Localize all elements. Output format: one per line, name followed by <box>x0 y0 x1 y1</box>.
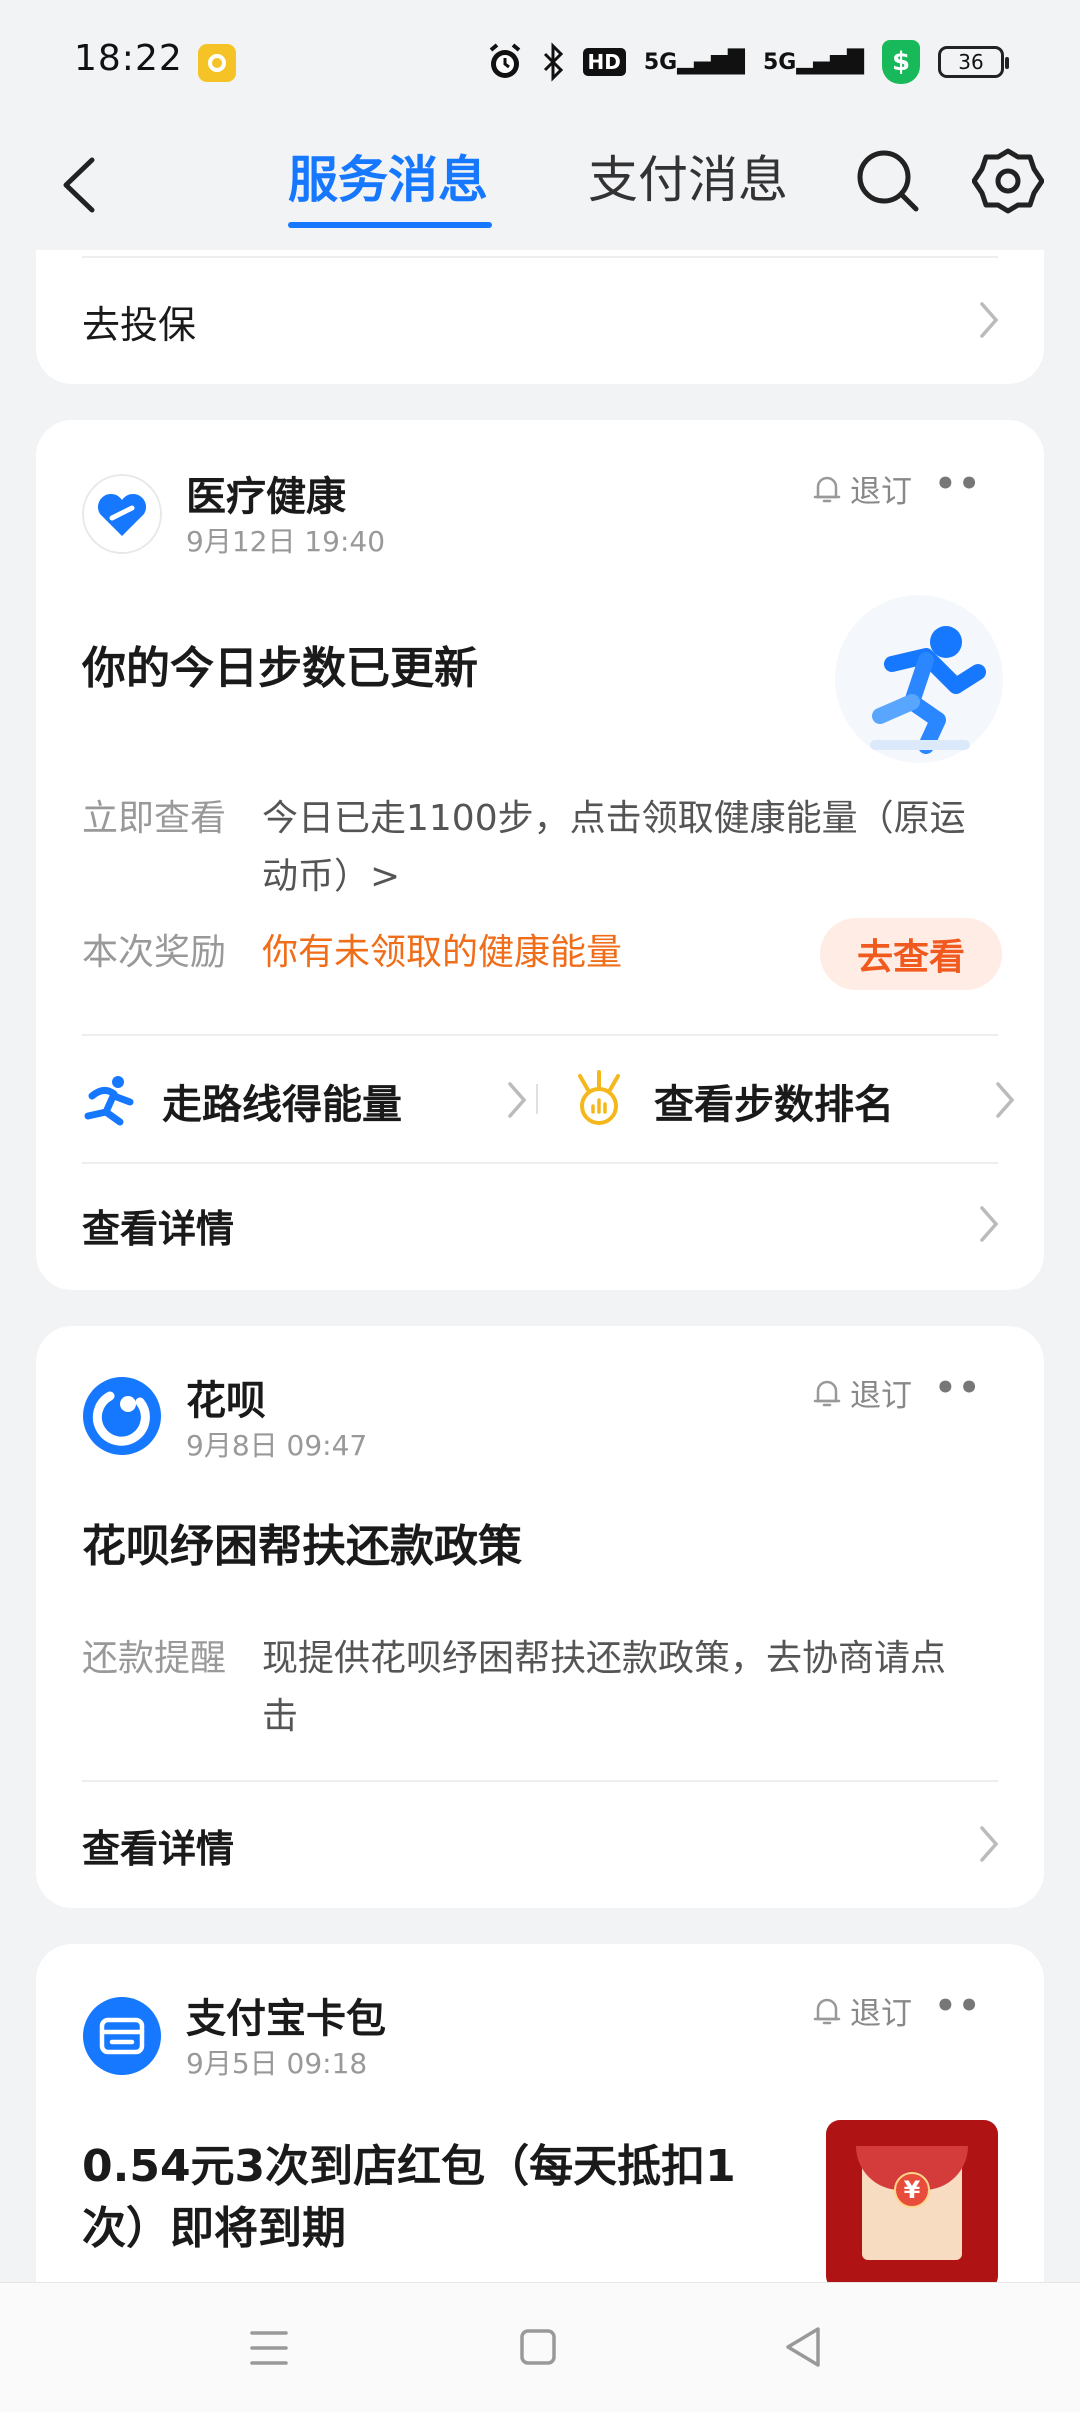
view-details-link[interactable]: 查看详情 <box>82 1818 234 1873</box>
bell-icon <box>813 1380 841 1406</box>
go-insure-link[interactable]: 去投保 <box>82 294 196 349</box>
go-view-button[interactable]: 去查看 <box>820 918 1002 990</box>
service-name: 支付宝卡包 <box>186 1996 386 2042</box>
view-now-label: 立即查看 <box>82 798 227 839</box>
card-divider <box>82 1162 998 1164</box>
signal-5g-icon-1: 5G▂▄▆█ <box>644 50 745 75</box>
chevron-right-icon <box>980 1206 999 1242</box>
steps-summary-line1[interactable]: 今日已走1100步，点击领取健康能量（原运 <box>262 790 966 848</box>
walk-route-label: 走路线得能量 <box>162 1082 402 1128</box>
step-ranking-action[interactable]: 查看步数排名 <box>576 1060 1016 1140</box>
message-title: 花呗纾困帮扶还款政策 <box>82 1521 522 1572</box>
unsubscribe-label: 退订 <box>850 1378 912 1414</box>
menu-icon[interactable] <box>248 2327 290 2369</box>
signal-5g-label-1: 5G <box>643 49 678 75</box>
ranking-medal-icon <box>578 1070 620 1125</box>
back-triangle-icon[interactable] <box>782 2325 824 2369</box>
more-options-icon[interactable]: •• <box>935 1986 982 2026</box>
medical-health-logo-icon <box>82 474 162 554</box>
more-options-icon[interactable]: •• <box>935 1368 982 1408</box>
unclaimed-energy-text: 你有未领取的健康能量 <box>262 932 623 973</box>
walk-route-energy-action[interactable]: 走路线得能量 <box>82 1060 532 1140</box>
tab-payment-messages[interactable]: 支付消息 <box>588 140 788 212</box>
signal-bars-icon-1: ▂▄▆█ <box>677 49 745 75</box>
settings-gear-icon[interactable] <box>972 145 1044 217</box>
bell-icon <box>813 476 841 502</box>
card-divider <box>82 256 998 258</box>
reward-label: 本次奖励 <box>82 932 227 973</box>
yuan-coin-icon: ¥ <box>894 2172 930 2208</box>
chevron-right-icon <box>980 1826 999 1862</box>
signal-bars-icon-2: ▂▄▆█ <box>796 49 864 75</box>
running-person-icon <box>835 595 1003 763</box>
unsubscribe-label: 退订 <box>850 474 912 510</box>
card-divider <box>82 1034 998 1036</box>
unsubscribe-button[interactable]: 退订 <box>812 466 912 511</box>
health-message-card: 医疗健康 9月12日 19:40 退订 •• 你的今日步数已更新 立即查看 今日… <box>36 420 1044 1290</box>
view-details-link[interactable]: 查看详情 <box>82 1198 234 1253</box>
status-bar: 18:22 HD 5G▂▄▆█ 5G▂▄▆█ $ 36 <box>0 0 1080 120</box>
back-arrow-icon[interactable] <box>50 150 120 220</box>
status-time: 18:22 <box>74 38 183 79</box>
message-title-line1: 0.54元3次到店红包（每天抵扣1 <box>82 2141 736 2192</box>
unsubscribe-label: 退订 <box>850 1996 912 2032</box>
search-icon[interactable] <box>852 145 924 217</box>
repayment-policy-line1: 现提供花呗纾困帮扶还款政策，去协商请点 <box>262 1638 947 1679</box>
walking-route-icon <box>84 1076 134 1126</box>
system-navigation-bar <box>0 2282 1080 2412</box>
chevron-right-icon <box>508 1082 527 1118</box>
huabei-message-card: 花呗 9月8日 09:47 退订 •• 花呗纾困帮扶还款政策 还款提醒 现提供花… <box>36 1326 1044 1908</box>
repayment-policy-line2: 击 <box>262 1696 299 1737</box>
tab-service-messages[interactable]: 服务消息 <box>288 140 488 212</box>
chevron-right-icon <box>996 1082 1015 1118</box>
bell-icon <box>813 1998 841 2024</box>
hd-voice-icon: HD <box>582 48 626 76</box>
battery-icon: 36 <box>938 46 1009 78</box>
vertical-separator <box>536 1084 538 1114</box>
status-icons: HD 5G▂▄▆█ 5G▂▄▆█ $ 36 <box>487 40 1009 84</box>
more-options-icon[interactable]: •• <box>935 464 982 504</box>
active-tab-indicator <box>288 222 492 228</box>
insurance-card: 去投保 <box>36 250 1044 384</box>
alarm-icon <box>489 43 520 78</box>
message-date: 9月8日 09:47 <box>186 1429 368 1462</box>
message-date: 9月5日 09:18 <box>186 2047 368 2080</box>
signal-5g-icon-2: 5G▂▄▆█ <box>763 50 864 75</box>
huabei-logo-icon <box>83 1377 161 1455</box>
service-name: 花呗 <box>186 1378 266 1424</box>
message-date: 9月12日 19:40 <box>186 525 386 558</box>
service-name: 医疗健康 <box>186 474 346 520</box>
signal-5g-label-2: 5G <box>762 49 797 75</box>
card-divider <box>82 1780 998 1782</box>
app-notification-icon <box>198 44 236 82</box>
cardpack-logo-icon <box>83 1997 161 2075</box>
top-nav: 服务消息 支付消息 <box>0 120 1080 250</box>
steps-summary-line2[interactable]: 动币）> <box>262 848 400 906</box>
step-ranking-label: 查看步数排名 <box>654 1082 894 1128</box>
bluetooth-icon <box>543 42 563 82</box>
unsubscribe-button[interactable]: 退订 <box>812 1370 912 1415</box>
message-title: 你的今日步数已更新 <box>82 643 478 694</box>
unsubscribe-button[interactable]: 退订 <box>812 1988 912 2033</box>
chevron-right-icon <box>980 302 999 338</box>
repayment-reminder-label: 还款提醒 <box>82 1638 227 1679</box>
home-square-icon[interactable] <box>518 2327 558 2367</box>
security-shield-icon: $ <box>882 40 920 84</box>
red-envelope-image: ¥ <box>826 2120 998 2290</box>
message-title-line2: 次）即将到期 <box>82 2203 346 2254</box>
